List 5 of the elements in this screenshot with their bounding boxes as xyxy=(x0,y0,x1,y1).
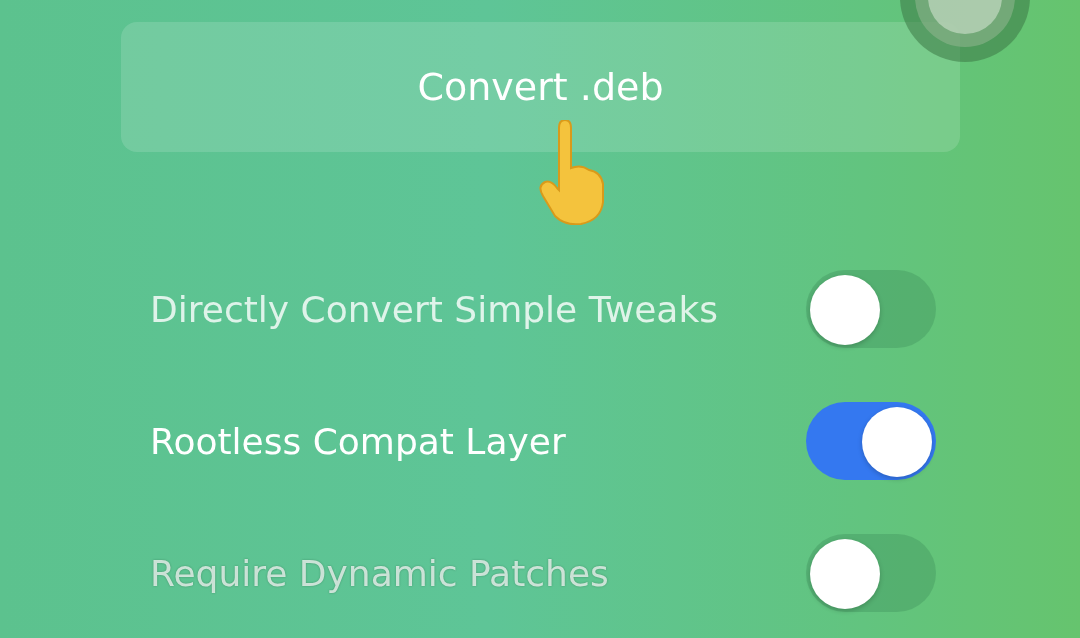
convert-button[interactable]: Convert .deb xyxy=(121,22,960,152)
setting-label: Require Dynamic Patches xyxy=(150,552,609,594)
setting-label: Directly Convert Simple Tweaks xyxy=(150,288,718,330)
setting-label: Rootless Compat Layer xyxy=(150,420,566,462)
pointing-hand-icon xyxy=(537,120,607,225)
